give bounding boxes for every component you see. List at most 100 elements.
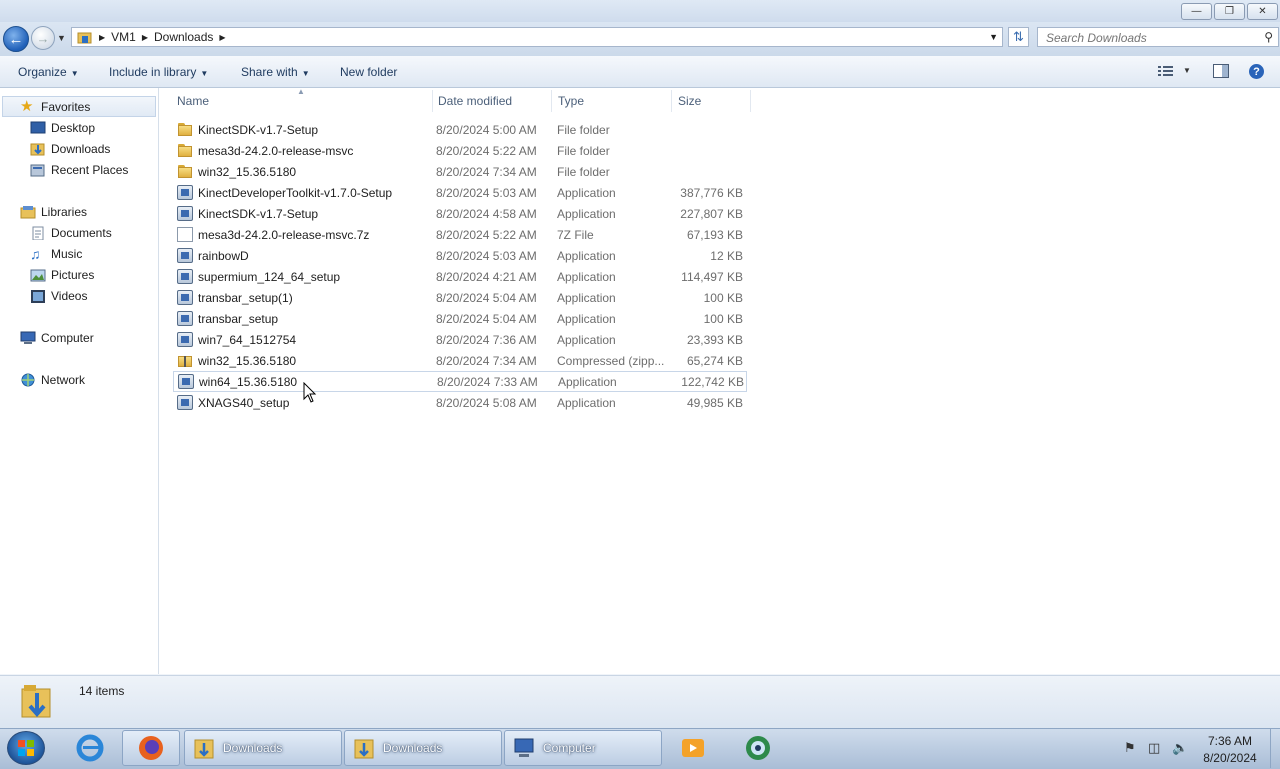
action-center-flag-icon[interactable]: ⚑ [1124,740,1136,756]
column-divider[interactable] [671,90,672,112]
mouse-cursor-icon [303,382,317,403]
file-row-hovered[interactable]: win64_15.36.5180 8/20/2024 7:33 AM Applica… [173,371,747,392]
network-tray-icon[interactable]: ◫ [1148,740,1160,756]
file-row[interactable]: win7_64_1512754 8/20/2024 7:36 AM Applicat… [173,329,747,350]
globe-app-button[interactable] [740,730,776,766]
file-row[interactable]: transbar_setup 8/20/2024 5:04 AM Applicati… [173,308,747,329]
breadcrumb-downloads[interactable]: Downloads [154,30,213,44]
nav-label: Recent Places [51,163,129,177]
nav-item-computer[interactable]: Computer [20,328,94,348]
column-divider[interactable] [750,90,751,112]
file-date: 8/20/2024 7:33 AM [437,374,538,389]
nav-item-network[interactable]: Network [20,370,85,390]
share-with-button[interactable]: Share with ▼ [241,65,310,79]
media-player-button[interactable] [676,730,710,766]
refresh-button[interactable]: ⇅ [1008,27,1029,47]
help-icon[interactable]: ? [1249,64,1264,79]
file-size: 387,776 KB [680,185,743,200]
recent-pages-dropdown-icon[interactable]: ▼ [57,33,66,43]
breadcrumb-vm1[interactable]: VM1 [111,30,136,44]
column-header-type[interactable]: Type [558,94,584,108]
organize-button[interactable]: Organize ▼ [18,65,79,79]
breadcrumb-separator-icon[interactable]: ▶ [219,33,225,42]
organize-label: Organize [18,65,67,79]
volume-muted-icon[interactable]: 🔈 [1172,740,1188,756]
address-bar[interactable]: ▶ VM1 ▶ Downloads ▶ ▼ [71,27,1003,47]
file-type: Application [558,374,617,389]
file-row[interactable]: XNAGS40_setup 8/20/2024 5:08 AM Applicatio… [173,392,747,413]
taskbar-computer[interactable]: Computer [504,730,662,766]
breadcrumb-separator-icon[interactable]: ▶ [142,33,148,42]
application-icon [177,269,193,284]
column-header-name[interactable]: Name [177,94,209,108]
file-row[interactable]: mesa3d-24.2.0-release-msvc.7z 8/20/2024 5… [173,224,747,245]
close-button[interactable]: ✕ [1247,3,1278,20]
column-header-date-modified[interactable]: Date modified [438,94,512,108]
firefox-button[interactable] [122,730,180,766]
preview-pane-icon [1213,64,1229,78]
network-icon [21,373,35,387]
close-icon: ✕ [1258,6,1267,17]
nav-item-favorites[interactable]: ★ Favorites [20,97,90,117]
taskbar-downloads-2[interactable]: Downloads [344,730,502,766]
nav-label: Pictures [51,268,95,282]
internet-explorer-button[interactable] [70,730,110,766]
pictures-icon [30,269,46,282]
file-row[interactable]: win32_15.36.5180 8/20/2024 7:34 AM File fo… [173,161,747,182]
nav-item-recent-places[interactable]: Recent Places [30,160,128,180]
nav-item-pictures[interactable]: Pictures [30,265,94,285]
system-clock[interactable]: 7:36 AM 8/20/2024 [1196,733,1264,767]
search-icon[interactable]: ⚲ [1264,30,1273,44]
taskbar-downloads-1[interactable]: Downloads [184,730,342,766]
start-button[interactable] [7,731,45,765]
restore-button[interactable]: ❐ [1214,3,1245,20]
sort-ascending-icon: ▲ [297,87,305,96]
document-icon [177,227,193,242]
application-icon [177,206,193,221]
downloads-folder-icon [21,685,51,718]
file-row[interactable]: win32_15.36.5180 8/20/2024 7:34 AM Compres… [173,350,747,371]
file-row[interactable]: rainbowD 8/20/2024 5:03 AM Application 12 K… [173,245,747,266]
minimize-icon: — [1191,6,1202,17]
forward-button[interactable]: → [31,26,55,50]
music-icon: ♫ [30,246,41,262]
nav-item-downloads[interactable]: Downloads [30,139,110,159]
back-button[interactable]: ← [3,26,29,52]
file-type: Application [557,269,616,284]
file-row[interactable]: transbar_setup(1) 8/20/2024 5:04 AM Applic… [173,287,747,308]
file-row[interactable]: supermium_124_64_setup 8/20/2024 4:21 AM A… [173,266,747,287]
file-name: transbar_setup [198,311,279,326]
include-in-library-button[interactable]: Include in library ▼ [109,65,208,79]
breadcrumb-separator-icon[interactable]: ▶ [99,33,105,42]
file-date: 8/20/2024 5:04 AM [436,311,537,326]
preview-pane-button[interactable] [1213,64,1229,78]
file-row[interactable]: KinectSDK-v1.7-Setup 8/20/2024 4:58 AM App… [173,203,747,224]
minimize-button[interactable]: — [1181,3,1212,20]
nav-item-documents[interactable]: Documents [30,223,112,243]
star-icon: ★ [20,98,34,115]
search-input[interactable] [1044,29,1258,47]
nav-item-videos[interactable]: Videos [30,286,87,306]
desktop-icon [30,121,46,134]
change-view-button[interactable] [1158,64,1174,78]
column-header-size[interactable]: Size [678,94,701,108]
nav-item-music[interactable]: ♫ Music [30,244,82,264]
file-row[interactable]: mesa3d-24.2.0-release-msvc 8/20/2024 5:22… [173,140,747,161]
nav-item-libraries[interactable]: Libraries [20,202,87,222]
column-divider[interactable] [432,90,433,112]
file-row[interactable]: KinectDeveloperToolkit-v1.7.0-Setup 8/20/… [173,182,747,203]
file-row[interactable]: KinectSDK-v1.7-Setup 8/20/2024 5:00 AM Fil… [173,119,747,140]
column-divider[interactable] [551,90,552,112]
forward-arrow-icon: → [36,30,50,46]
nav-item-desktop[interactable]: Desktop [30,118,95,138]
address-dropdown-icon[interactable]: ▼ [989,32,998,42]
application-icon [177,185,193,200]
new-folder-button[interactable]: New folder [340,65,397,79]
file-name: win32_15.36.5180 [198,164,297,179]
search-box[interactable]: ⚲ [1037,27,1279,47]
nav-label: Videos [51,289,88,303]
file-size: 100 KB [703,290,743,305]
media-player-icon [682,739,704,757]
show-desktop-button[interactable] [1270,729,1280,768]
view-options-dropdown-icon[interactable]: ▼ [1183,66,1191,75]
